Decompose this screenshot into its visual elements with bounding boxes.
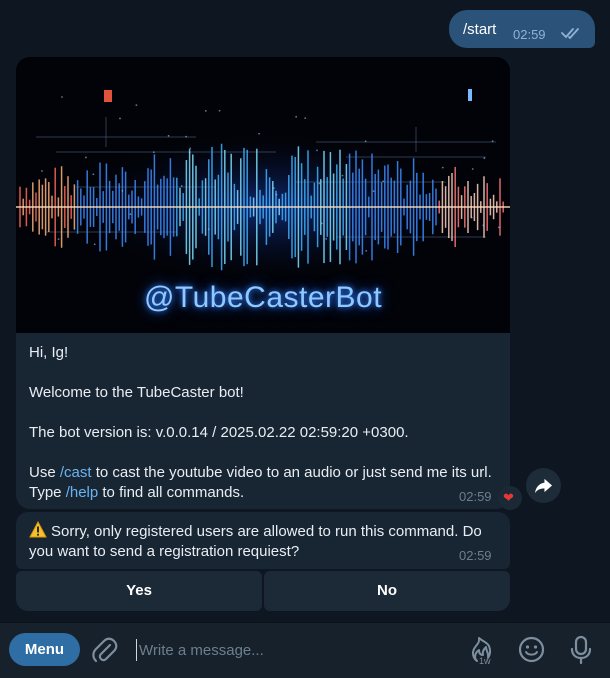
- cast-command-link[interactable]: /cast: [60, 464, 92, 481]
- warning-text: Sorry, only registered users are allowed…: [29, 523, 482, 560]
- greeting-line: Hi, Ig!: [29, 344, 69, 361]
- menu-button[interactable]: Menu: [9, 633, 80, 666]
- outgoing-message-text: /start: [463, 21, 497, 38]
- version-line: The bot version is: v.0.0.14 / 2025.02.2…: [29, 424, 409, 441]
- heart-reaction[interactable]: ❤: [498, 486, 522, 510]
- warning-message-text: Sorry, only registered users are allowed…: [29, 521, 499, 562]
- bot-banner-image[interactable]: @TubeCasterBot: [16, 57, 510, 333]
- paperclip-icon[interactable]: [92, 637, 118, 665]
- timer-fire-icon[interactable]: 1w: [467, 635, 495, 665]
- usage-line: Use /cast to cast the youtube video to a…: [29, 463, 499, 503]
- yes-button[interactable]: Yes: [16, 571, 262, 611]
- bot-message-time: 02:59: [459, 489, 492, 504]
- timer-label: 1w: [479, 656, 491, 665]
- banner-handle-text: @TubeCasterBot: [143, 281, 383, 314]
- no-button[interactable]: No: [264, 571, 510, 611]
- help-command-link[interactable]: /help: [66, 484, 99, 501]
- chat-area: /start 02:59 @TubeCasterBot Hi, Ig! Welc…: [0, 0, 610, 622]
- forward-icon: [534, 478, 553, 494]
- double-check-icon: [561, 28, 579, 40]
- message-input-bar: Menu 1w: [0, 622, 610, 678]
- message-input[interactable]: [136, 639, 436, 661]
- warning-icon: [29, 521, 47, 538]
- outgoing-message-time: 02:59: [513, 27, 546, 42]
- usage-text: Use: [29, 464, 60, 481]
- outgoing-message[interactable]: /start 02:59: [449, 10, 595, 48]
- emoji-icon[interactable]: [518, 636, 545, 663]
- warning-message-time: 02:59: [459, 548, 492, 563]
- forward-button[interactable]: [526, 468, 561, 503]
- heart-icon: ❤: [503, 490, 514, 505]
- bot-message[interactable]: @TubeCasterBot Hi, Ig! Welcome to the Tu…: [16, 57, 510, 509]
- warning-message[interactable]: Sorry, only registered users are allowed…: [16, 512, 510, 569]
- usage-text: to find all commands.: [98, 484, 245, 501]
- welcome-line: Welcome to the TubeCaster bot!: [29, 384, 244, 401]
- bot-message-text: Hi, Ig! Welcome to the TubeCaster bot! T…: [29, 343, 499, 503]
- microphone-icon[interactable]: [570, 635, 592, 665]
